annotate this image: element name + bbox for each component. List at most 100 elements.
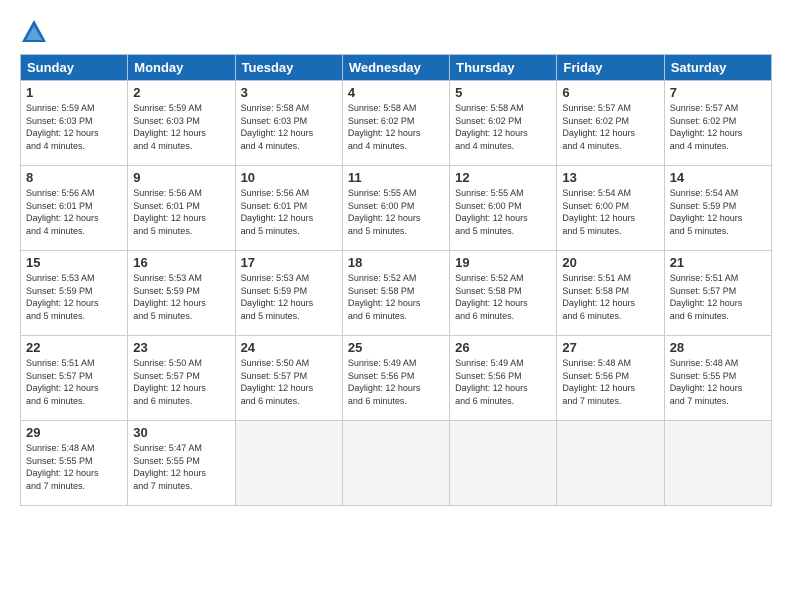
calendar-cell: 22Sunrise: 5:51 AMSunset: 5:57 PMDayligh… <box>21 336 128 421</box>
day-number: 8 <box>26 170 122 185</box>
day-number: 27 <box>562 340 658 355</box>
page: SundayMondayTuesdayWednesdayThursdayFrid… <box>0 0 792 612</box>
day-number: 10 <box>241 170 337 185</box>
day-number: 17 <box>241 255 337 270</box>
cell-text: Sunrise: 5:54 AMSunset: 6:00 PMDaylight:… <box>562 187 658 237</box>
day-number: 1 <box>26 85 122 100</box>
day-number: 13 <box>562 170 658 185</box>
day-number: 21 <box>670 255 766 270</box>
day-number: 22 <box>26 340 122 355</box>
day-number: 16 <box>133 255 229 270</box>
calendar-cell <box>450 421 557 506</box>
cell-text: Sunrise: 5:50 AMSunset: 5:57 PMDaylight:… <box>133 357 229 407</box>
calendar-cell: 23 Sunrise: 5:50 AMSunset: 5:57 PMDayligh… <box>128 336 235 421</box>
cell-text: Sunrise: 5:52 AMSunset: 5:58 PMDaylight:… <box>455 272 551 322</box>
calendar-cell: 29 Sunrise: 5:48 AMSunset: 5:55 PMDayligh… <box>21 421 128 506</box>
calendar-cell: 16 Sunrise: 5:53 AMSunset: 5:59 PMDayligh… <box>128 251 235 336</box>
calendar-cell: 11 Sunrise: 5:55 AMSunset: 6:00 PMDayligh… <box>342 166 449 251</box>
week-row-3: 22Sunrise: 5:51 AMSunset: 5:57 PMDayligh… <box>21 336 772 421</box>
day-header-tuesday: Tuesday <box>235 55 342 81</box>
day-number: 19 <box>455 255 551 270</box>
day-number: 4 <box>348 85 444 100</box>
cell-text: Sunrise: 5:58 AMSunset: 6:03 PMDaylight:… <box>241 102 337 152</box>
calendar-cell: 10 Sunrise: 5:56 AMSunset: 6:01 PMDayligh… <box>235 166 342 251</box>
day-number: 24 <box>241 340 337 355</box>
calendar-cell: 28 Sunrise: 5:48 AMSunset: 5:55 PMDayligh… <box>664 336 771 421</box>
day-number: 11 <box>348 170 444 185</box>
week-row-1: 8 Sunrise: 5:56 AMSunset: 6:01 PMDaylight… <box>21 166 772 251</box>
cell-text: Sunrise: 5:58 AMSunset: 6:02 PMDaylight:… <box>455 102 551 152</box>
calendar-cell: 17 Sunrise: 5:53 AMSunset: 5:59 PMDayligh… <box>235 251 342 336</box>
cell-text: Sunrise: 5:51 AMSunset: 5:58 PMDaylight:… <box>562 272 658 322</box>
cell-text: Sunrise: 5:55 AMSunset: 6:00 PMDaylight:… <box>455 187 551 237</box>
cell-text: Sunrise: 5:48 AMSunset: 5:56 PMDaylight:… <box>562 357 658 407</box>
day-number: 14 <box>670 170 766 185</box>
calendar-cell: 15 Sunrise: 5:53 AMSunset: 5:59 PMDayligh… <box>21 251 128 336</box>
cell-text: Sunrise: 5:57 AMSunset: 6:02 PMDaylight:… <box>670 102 766 152</box>
week-row-0: 1 Sunrise: 5:59 AMSunset: 6:03 PMDaylight… <box>21 81 772 166</box>
calendar-cell: 5 Sunrise: 5:58 AMSunset: 6:02 PMDaylight… <box>450 81 557 166</box>
cell-text: Sunrise: 5:47 AMSunset: 5:55 PMDaylight:… <box>133 442 229 492</box>
day-header-saturday: Saturday <box>664 55 771 81</box>
header-row: SundayMondayTuesdayWednesdayThursdayFrid… <box>21 55 772 81</box>
calendar-cell: 26 Sunrise: 5:49 AMSunset: 5:56 PMDayligh… <box>450 336 557 421</box>
cell-text: Sunrise: 5:56 AMSunset: 6:01 PMDaylight:… <box>26 187 122 237</box>
logo-icon <box>20 18 48 46</box>
calendar-cell: 25 Sunrise: 5:49 AMSunset: 5:56 PMDayligh… <box>342 336 449 421</box>
day-number: 23 <box>133 340 229 355</box>
week-row-4: 29 Sunrise: 5:48 AMSunset: 5:55 PMDayligh… <box>21 421 772 506</box>
cell-text: Sunrise: 5:55 AMSunset: 6:00 PMDaylight:… <box>348 187 444 237</box>
calendar-cell: 3 Sunrise: 5:58 AMSunset: 6:03 PMDaylight… <box>235 81 342 166</box>
calendar-cell: 14 Sunrise: 5:54 AMSunset: 5:59 PMDayligh… <box>664 166 771 251</box>
day-number: 15 <box>26 255 122 270</box>
calendar-table: SundayMondayTuesdayWednesdayThursdayFrid… <box>20 54 772 506</box>
calendar-cell: 30 Sunrise: 5:47 AMSunset: 5:55 PMDayligh… <box>128 421 235 506</box>
cell-text: Sunrise: 5:56 AMSunset: 6:01 PMDaylight:… <box>241 187 337 237</box>
cell-text: Sunrise: 5:57 AMSunset: 6:02 PMDaylight:… <box>562 102 658 152</box>
calendar-cell: 27 Sunrise: 5:48 AMSunset: 5:56 PMDayligh… <box>557 336 664 421</box>
day-number: 26 <box>455 340 551 355</box>
cell-text: Sunrise: 5:49 AMSunset: 5:56 PMDaylight:… <box>348 357 444 407</box>
calendar-cell: 19 Sunrise: 5:52 AMSunset: 5:58 PMDayligh… <box>450 251 557 336</box>
week-row-2: 15 Sunrise: 5:53 AMSunset: 5:59 PMDayligh… <box>21 251 772 336</box>
day-number: 29 <box>26 425 122 440</box>
header <box>20 18 772 46</box>
day-number: 20 <box>562 255 658 270</box>
calendar-cell: 21 Sunrise: 5:51 AMSunset: 5:57 PMDayligh… <box>664 251 771 336</box>
day-number: 28 <box>670 340 766 355</box>
day-number: 30 <box>133 425 229 440</box>
cell-text: Sunrise: 5:59 AMSunset: 6:03 PMDaylight:… <box>26 102 122 152</box>
cell-text: Sunrise: 5:48 AMSunset: 5:55 PMDaylight:… <box>670 357 766 407</box>
cell-text: Sunrise: 5:49 AMSunset: 5:56 PMDaylight:… <box>455 357 551 407</box>
cell-text: Sunrise: 5:48 AMSunset: 5:55 PMDaylight:… <box>26 442 122 492</box>
day-number: 18 <box>348 255 444 270</box>
calendar-cell: 12 Sunrise: 5:55 AMSunset: 6:00 PMDayligh… <box>450 166 557 251</box>
calendar-cell: 2Sunrise: 5:59 AMSunset: 6:03 PMDaylight… <box>128 81 235 166</box>
cell-text: Sunrise: 5:53 AMSunset: 5:59 PMDaylight:… <box>26 272 122 322</box>
calendar-cell: 6 Sunrise: 5:57 AMSunset: 6:02 PMDaylight… <box>557 81 664 166</box>
day-number: 6 <box>562 85 658 100</box>
cell-text: Sunrise: 5:53 AMSunset: 5:59 PMDaylight:… <box>133 272 229 322</box>
logo <box>20 18 52 46</box>
calendar-cell: 9Sunrise: 5:56 AMSunset: 6:01 PMDaylight… <box>128 166 235 251</box>
day-number: 3 <box>241 85 337 100</box>
calendar-cell <box>342 421 449 506</box>
cell-text: Sunrise: 5:50 AMSunset: 5:57 PMDaylight:… <box>241 357 337 407</box>
calendar-cell: 8 Sunrise: 5:56 AMSunset: 6:01 PMDaylight… <box>21 166 128 251</box>
day-header-sunday: Sunday <box>21 55 128 81</box>
day-header-wednesday: Wednesday <box>342 55 449 81</box>
cell-text: Sunrise: 5:56 AMSunset: 6:01 PMDaylight:… <box>133 187 229 237</box>
day-number: 25 <box>348 340 444 355</box>
day-number: 5 <box>455 85 551 100</box>
day-header-friday: Friday <box>557 55 664 81</box>
calendar-cell: 7Sunrise: 5:57 AMSunset: 6:02 PMDaylight… <box>664 81 771 166</box>
day-number: 12 <box>455 170 551 185</box>
cell-text: Sunrise: 5:52 AMSunset: 5:58 PMDaylight:… <box>348 272 444 322</box>
calendar-cell <box>557 421 664 506</box>
cell-text: Sunrise: 5:59 AMSunset: 6:03 PMDaylight:… <box>133 102 229 152</box>
cell-text: Sunrise: 5:51 AMSunset: 5:57 PMDaylight:… <box>670 272 766 322</box>
calendar-cell: 18 Sunrise: 5:52 AMSunset: 5:58 PMDayligh… <box>342 251 449 336</box>
calendar-cell <box>664 421 771 506</box>
cell-text: Sunrise: 5:53 AMSunset: 5:59 PMDaylight:… <box>241 272 337 322</box>
cell-text: Sunrise: 5:54 AMSunset: 5:59 PMDaylight:… <box>670 187 766 237</box>
